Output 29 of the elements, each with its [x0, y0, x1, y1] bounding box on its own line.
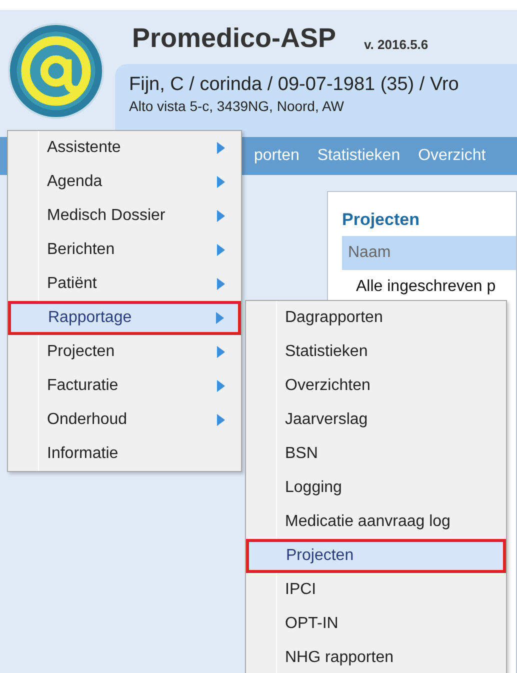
column-header: Naam [348, 244, 391, 262]
menu-item[interactable]: Statistieken [246, 335, 506, 369]
logo-icon [7, 22, 105, 120]
menu-item[interactable]: Medicatie aanvraag log [246, 505, 506, 539]
menu-item[interactable]: IPCI [246, 573, 506, 607]
patient-info: Fijn, C / corinda / 09-07-1981 (35) / Vro [129, 74, 460, 96]
menu-item[interactable]: Rapportage [8, 301, 241, 335]
menu-item[interactable]: Informatie [8, 437, 241, 471]
menu-item[interactable]: Berichten [8, 233, 241, 267]
menu-item[interactable]: Medisch Dossier [8, 199, 241, 233]
menu-item[interactable]: OPT-IN [246, 607, 506, 641]
menu-item[interactable]: Facturatie [8, 369, 241, 403]
menu-item[interactable]: BSN [246, 437, 506, 471]
patient-address: Alto vista 5-c, 3439NG, Noord, AW [129, 98, 346, 114]
menu-item[interactable]: Agenda [8, 165, 241, 199]
version-label: v. 2016.5.6 [364, 37, 428, 54]
menu-item[interactable]: Projecten [246, 539, 506, 573]
menu-item[interactable]: Patiënt [8, 267, 241, 301]
app-title: Promedico-ASP [132, 23, 336, 54]
menu-item[interactable]: Logging [246, 471, 506, 505]
menu-item[interactable]: Assistente [8, 131, 241, 165]
menu-item[interactable]: Onderhoud [8, 403, 241, 437]
menu-item[interactable]: Overzichten [246, 369, 506, 403]
table-cell: Alle ingeschreven p [356, 278, 496, 296]
menu-item[interactable]: Jaarverslag [246, 403, 506, 437]
menu-item[interactable]: NHG rapporten [246, 641, 506, 673]
panel-title: Projecten [342, 210, 420, 230]
menu-item[interactable]: Projecten [8, 335, 241, 369]
menu-item[interactable]: Dagrapporten [246, 301, 506, 335]
